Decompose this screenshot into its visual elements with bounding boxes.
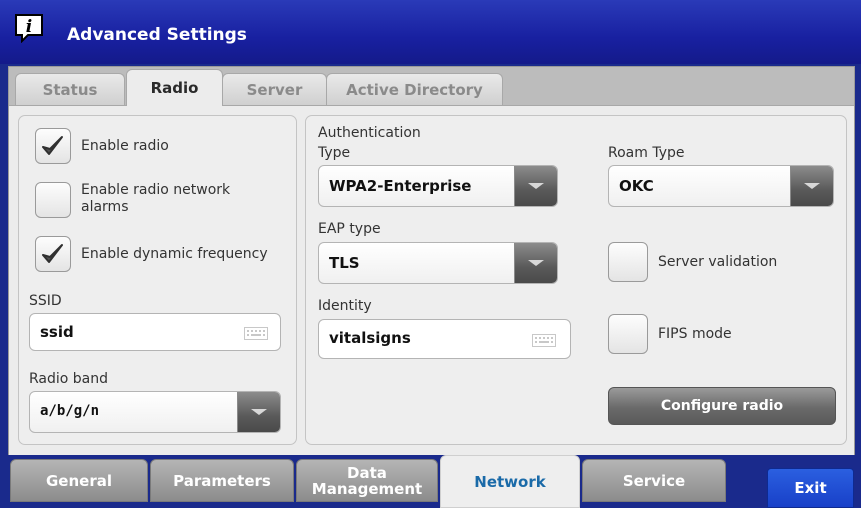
- roam-type-value: OKC: [619, 177, 654, 195]
- enable-radio-label: Enable radio: [81, 138, 169, 154]
- svg-text:i: i: [26, 17, 32, 37]
- roam-type-dropdown[interactable]: OKC: [608, 165, 834, 207]
- nav-tab-network[interactable]: Network: [440, 455, 580, 508]
- authentication-heading: Authentication: [318, 125, 421, 141]
- tab-status[interactable]: Status: [15, 73, 125, 106]
- nav-tab-general[interactable]: General: [10, 459, 148, 502]
- radio-band-value: a/b/g/n: [40, 403, 100, 419]
- server-validation-row[interactable]: Server validation: [608, 242, 777, 282]
- chevron-down-icon: [528, 260, 544, 266]
- enable-dynamic-frequency-row[interactable]: Enable dynamic frequency: [35, 236, 268, 272]
- info-speech-bubble-icon: i: [15, 14, 43, 43]
- settings-frame: Status Radio Server Active Directory Ena…: [8, 66, 855, 456]
- server-validation-checkbox[interactable]: [608, 242, 648, 282]
- type-dropdown[interactable]: WPA2-Enterprise: [318, 165, 558, 207]
- tab-content-radio: Enable radio Enable radio network alarms…: [9, 105, 854, 456]
- enable-alarms-label: Enable radio network alarms: [81, 182, 231, 215]
- type-label: Type: [318, 145, 351, 161]
- identity-input[interactable]: vitalsigns: [318, 319, 571, 359]
- checkmark-icon: [42, 244, 63, 263]
- radio-band-dropdown[interactable]: a/b/g/n: [29, 391, 281, 433]
- chevron-down-icon: [251, 409, 267, 415]
- window-title: Advanced Settings: [67, 25, 247, 45]
- tab-radio[interactable]: Radio: [126, 69, 223, 106]
- enable-alarms-checkbox[interactable]: [35, 182, 71, 218]
- radio-panel: Enable radio Enable radio network alarms…: [18, 115, 297, 445]
- chevron-down-icon: [804, 183, 820, 189]
- fips-mode-label: FIPS mode: [658, 326, 732, 342]
- enable-radio-checkbox[interactable]: [35, 128, 71, 164]
- ssid-label: SSID: [29, 293, 62, 309]
- tab-active-directory[interactable]: Active Directory: [326, 73, 503, 106]
- configure-radio-button[interactable]: Configure radio: [608, 387, 836, 425]
- keyboard-icon[interactable]: [244, 327, 268, 340]
- roam-type-dropdown-button[interactable]: [790, 166, 833, 206]
- ssid-input[interactable]: ssid: [29, 313, 281, 351]
- identity-value: vitalsigns: [329, 329, 411, 347]
- roam-type-label: Roam Type: [608, 145, 685, 161]
- nav-tab-parameters[interactable]: Parameters: [150, 459, 294, 502]
- enable-radio-row[interactable]: Enable radio: [35, 128, 169, 164]
- eap-type-dropdown-button[interactable]: [514, 243, 557, 283]
- nav-tab-service[interactable]: Service: [582, 459, 726, 502]
- type-value: WPA2-Enterprise: [329, 177, 472, 195]
- exit-button[interactable]: Exit: [767, 468, 854, 508]
- type-dropdown-button[interactable]: [514, 166, 557, 206]
- eap-type-dropdown[interactable]: TLS: [318, 242, 558, 284]
- identity-label: Identity: [318, 298, 372, 314]
- chevron-down-icon: [528, 183, 544, 189]
- ssid-value: ssid: [40, 323, 74, 341]
- eap-type-label: EAP type: [318, 221, 381, 237]
- radio-band-dropdown-button[interactable]: [237, 392, 280, 432]
- enable-dynamic-frequency-checkbox[interactable]: [35, 236, 71, 272]
- server-validation-label: Server validation: [658, 254, 778, 270]
- keyboard-icon[interactable]: [532, 334, 556, 347]
- checkmark-icon: [42, 136, 63, 155]
- eap-type-value: TLS: [329, 254, 360, 272]
- fips-mode-checkbox[interactable]: [608, 314, 648, 354]
- enable-alarms-row[interactable]: Enable radio network alarms: [35, 182, 231, 218]
- authentication-panel: Authentication Type WPA2-Enterprise EAP …: [305, 115, 847, 445]
- bottom-nav: General Parameters Data Management Netwo…: [0, 455, 861, 508]
- nav-tab-data-management[interactable]: Data Management: [296, 459, 438, 502]
- enable-dynamic-frequency-label: Enable dynamic frequency: [81, 246, 268, 262]
- tab-server[interactable]: Server: [222, 73, 327, 106]
- radio-band-label: Radio band: [29, 371, 109, 387]
- fips-mode-row[interactable]: FIPS mode: [608, 314, 732, 354]
- title-bar: i Advanced Settings: [0, 0, 861, 64]
